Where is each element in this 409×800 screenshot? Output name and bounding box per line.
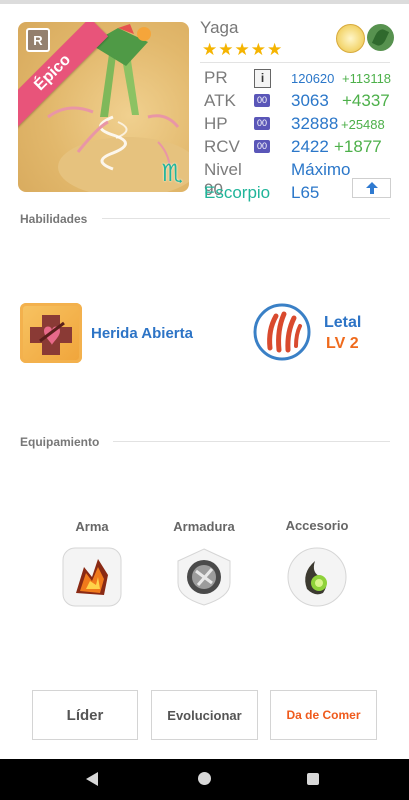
stat-label: PR (204, 68, 228, 87)
stat-bonus: +113118 (342, 71, 392, 86)
wound-icon (30, 315, 72, 355)
zodiac-level: L65 (291, 183, 320, 202)
attribute-icons (336, 24, 394, 53)
skills-title: Habilidades (20, 212, 88, 226)
leader-button[interactable]: Líder (32, 690, 138, 740)
card-name: Yaga (200, 18, 239, 37)
recent-apps-icon[interactable] (307, 773, 319, 785)
active-skill-name[interactable]: Herida Abierta (91, 325, 193, 342)
stat-bonus: +4337 (342, 91, 390, 110)
infinity-icon: 00 (254, 117, 270, 130)
stat-value: 32888 (291, 114, 339, 133)
system-nav-bar (0, 759, 409, 800)
leaf-attribute-icon (367, 24, 394, 51)
leader-skill-level: LV 2 (326, 335, 359, 352)
rarity-stars: ★★★★★ (202, 40, 284, 59)
feed-button[interactable]: Da de Comer (270, 690, 377, 740)
stat-value: 2422 (291, 137, 329, 156)
accessory-slot-icon[interactable] (287, 547, 347, 607)
armor-slot-icon[interactable] (174, 547, 234, 607)
weapon-label: Arma (75, 519, 109, 534)
level-value: Máximo (291, 160, 351, 179)
evolve-button[interactable]: Evolucionar (151, 690, 258, 740)
home-icon[interactable] (198, 772, 211, 785)
stat-label: HP (204, 114, 228, 133)
card-portrait[interactable]: R Épico ♏ (18, 22, 189, 192)
claw-icon[interactable] (252, 302, 312, 362)
leader-skill-name[interactable]: Letal (324, 314, 361, 332)
infinity-icon: 00 (254, 140, 270, 153)
light-attribute-icon (336, 24, 365, 53)
stat-label: RCV (204, 137, 240, 156)
rank-badge: R (26, 28, 50, 52)
top-divider (0, 0, 409, 4)
zodiac-label: Escorpio (204, 183, 271, 202)
stat-bonus: +25488 (341, 117, 385, 132)
skills-divider (102, 218, 390, 219)
active-skill-icon[interactable] (20, 303, 82, 363)
info-icon[interactable]: i (254, 69, 271, 88)
equipment-title: Equipamiento (20, 435, 100, 449)
zodiac-upgrade-button[interactable] (352, 178, 391, 198)
back-icon[interactable] (86, 772, 98, 786)
stat-bonus: +1877 (334, 137, 382, 156)
scorpio-icon: ♏ (161, 160, 183, 187)
stat-value: 3063 (291, 91, 329, 110)
equipment-divider (113, 441, 390, 442)
weapon-slot-icon[interactable] (62, 547, 122, 607)
infinity-icon: 00 (254, 94, 270, 107)
arrow-up-icon (365, 182, 378, 194)
stat-label: ATK (204, 91, 236, 110)
armor-label: Armadura (173, 519, 235, 534)
accessory-label: Accesorio (285, 518, 349, 533)
stat-value: 120620 (291, 71, 335, 86)
stats-divider (200, 62, 390, 63)
